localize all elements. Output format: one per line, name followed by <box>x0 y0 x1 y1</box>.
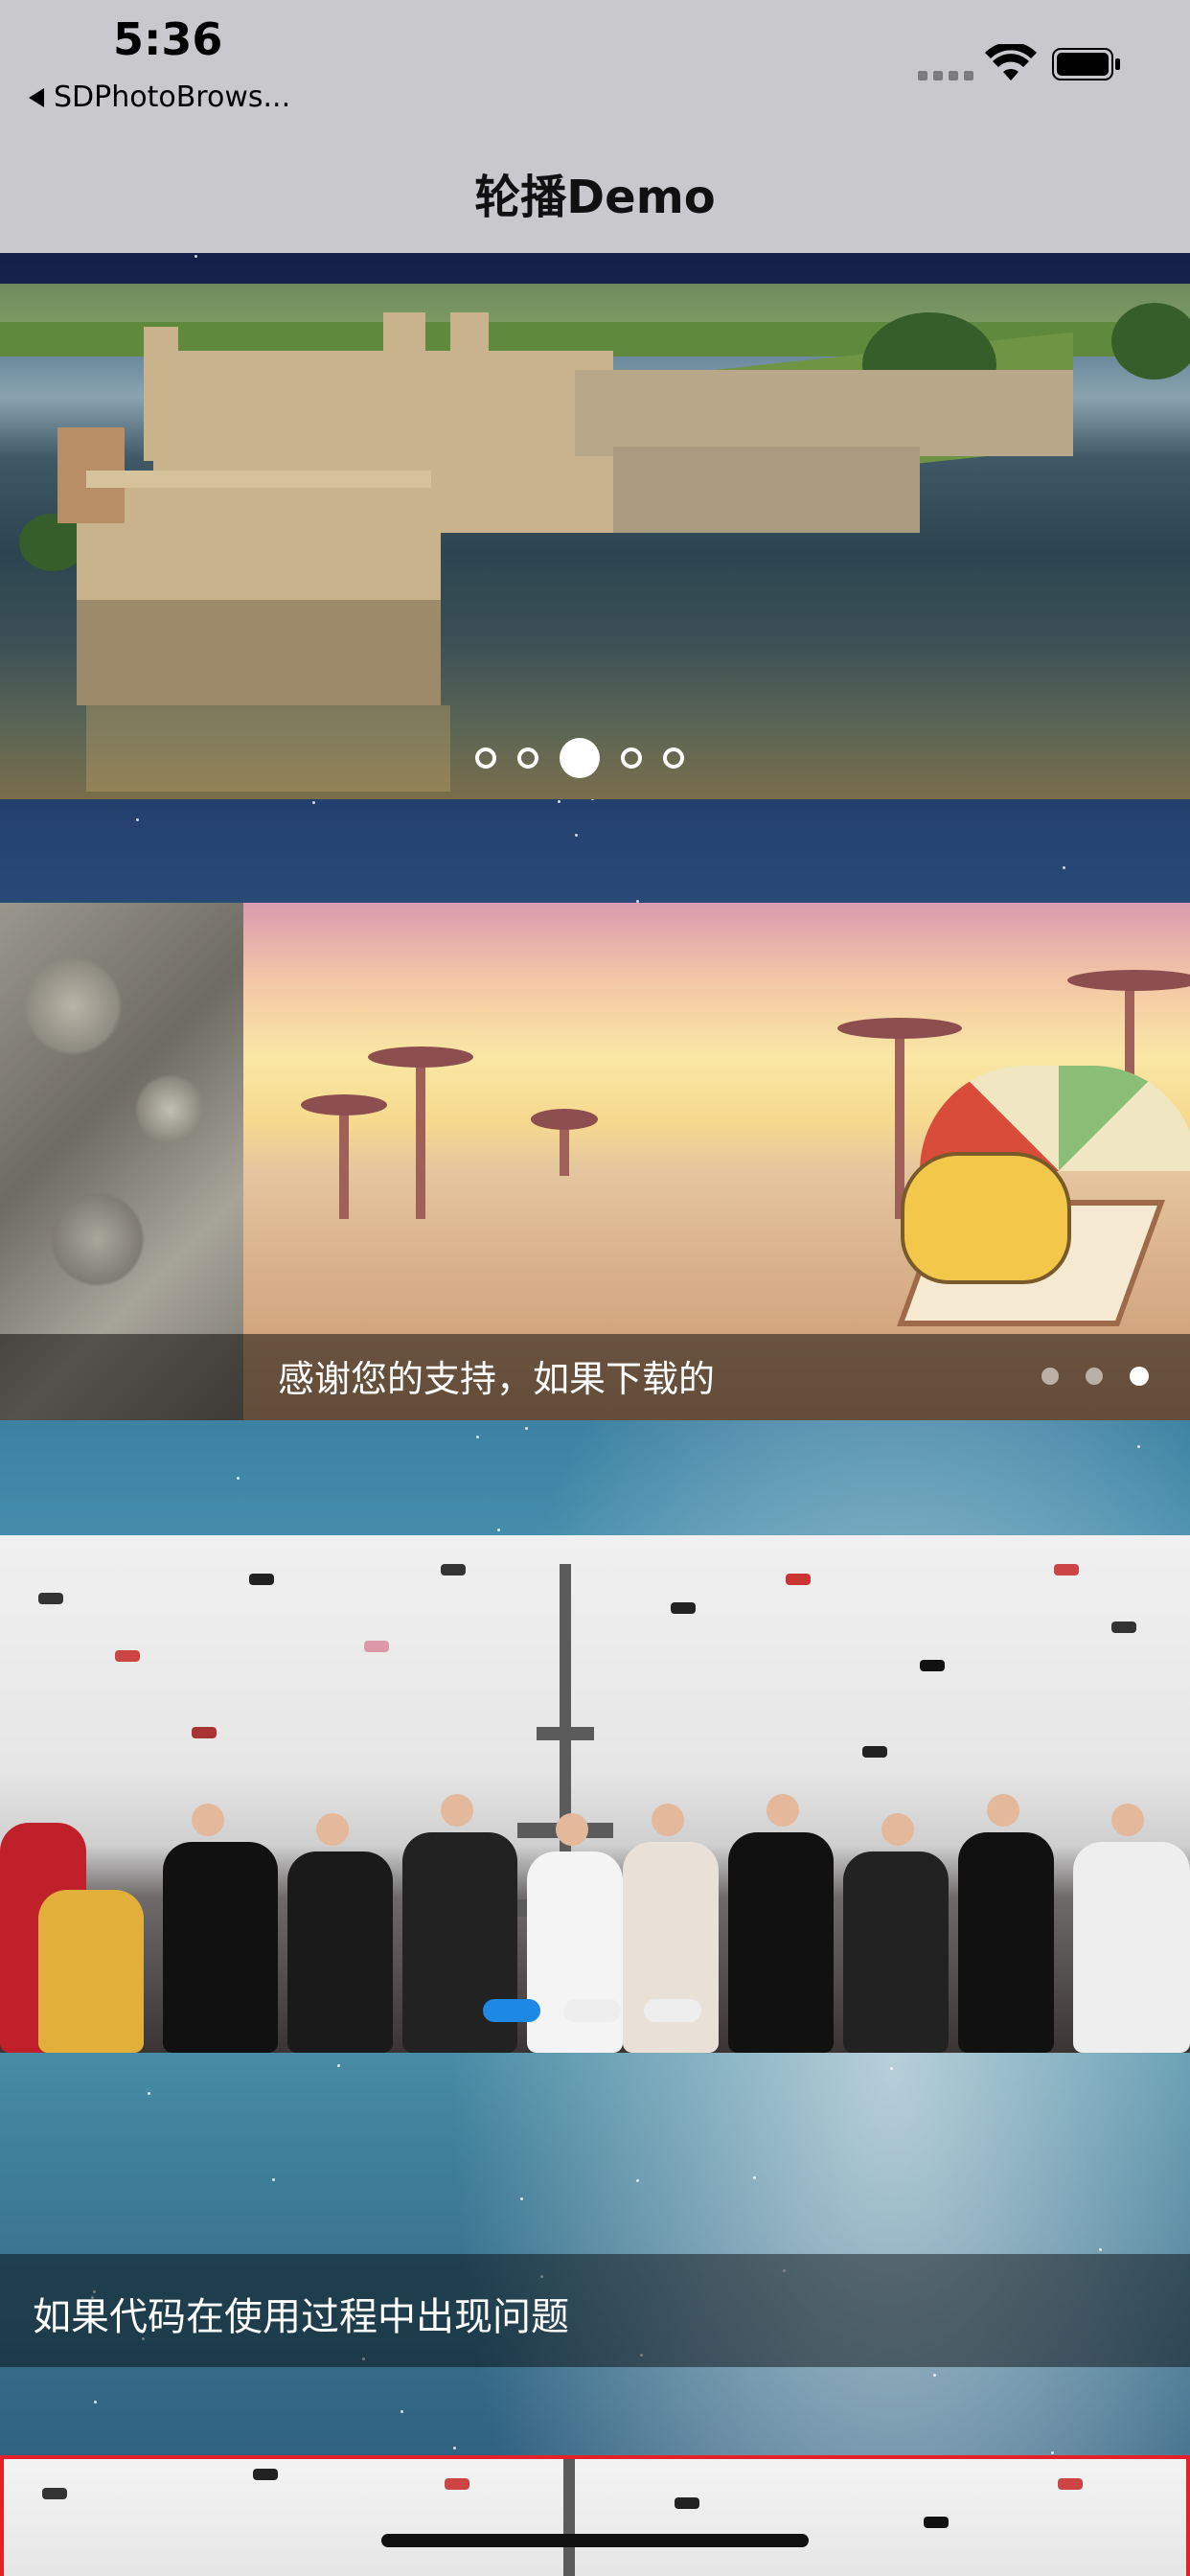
banner4-caption: 如果代码在使用过程中出现问题 <box>33 2295 569 2339</box>
star-decoration <box>272 2178 275 2181</box>
star-decoration <box>520 2197 523 2200</box>
page-dot[interactable] <box>1086 1368 1103 1385</box>
star-decoration <box>1051 2451 1054 2454</box>
star-decoration <box>476 1436 479 1438</box>
top-bar: 5:36 SDPhotoBrows... 轮播Demo <box>0 0 1190 253</box>
star-decoration <box>312 801 315 804</box>
page-control-banner2[interactable] <box>1041 1367 1149 1386</box>
cellular-signal-icon <box>918 71 973 80</box>
star-decoration <box>1137 1445 1140 1448</box>
wifi-icon <box>985 44 1037 80</box>
page-dot[interactable] <box>621 748 642 769</box>
back-app-label: SDPhotoBrows... <box>54 80 291 114</box>
page-control-banner3[interactable] <box>483 1999 701 2022</box>
star-decoration <box>933 2374 936 2377</box>
star-decoration <box>753 2176 756 2179</box>
star-decoration <box>497 1529 500 1531</box>
carousel-banner-crowd-bordered[interactable] <box>0 2455 1190 2576</box>
page-dot[interactable] <box>644 1999 701 2022</box>
page-dot[interactable] <box>1041 1368 1059 1385</box>
back-to-app-button[interactable]: SDPhotoBrows... <box>29 80 290 114</box>
star-decoration <box>890 2067 893 2070</box>
page-dot[interactable] <box>563 1999 621 2022</box>
star-decoration <box>1099 2248 1102 2251</box>
battery-icon <box>1052 48 1120 80</box>
star-decoration <box>148 2092 150 2095</box>
star-decoration <box>636 2179 639 2182</box>
star-decoration <box>237 1477 240 1480</box>
star-decoration <box>558 800 561 803</box>
star-decoration <box>453 2447 456 2450</box>
page-dot-active[interactable] <box>560 738 600 778</box>
star-decoration <box>337 2064 340 2067</box>
star-decoration <box>94 2401 97 2404</box>
star-decoration <box>195 255 197 258</box>
rabbit-character-graphic <box>901 1152 1071 1284</box>
page-dot[interactable] <box>475 748 496 769</box>
page-dot-active[interactable] <box>1130 1367 1149 1386</box>
page-dot[interactable] <box>663 748 684 769</box>
status-time: 5:36 <box>113 13 223 65</box>
star-decoration <box>1063 866 1065 869</box>
star-decoration <box>400 2410 403 2413</box>
banner2-caption: 感谢您的支持，如果下载的 <box>278 1358 716 1400</box>
star-decoration <box>136 818 139 821</box>
page-control-banner1[interactable] <box>475 738 684 778</box>
page-dot-active[interactable] <box>483 1999 540 2022</box>
star-decoration <box>575 834 578 837</box>
back-arrow-icon <box>29 87 44 107</box>
star-decoration <box>525 1427 528 1430</box>
home-indicator[interactable] <box>381 2534 809 2547</box>
page-dot[interactable] <box>517 748 538 769</box>
page-title: 轮播Demo <box>474 171 716 224</box>
carousel-banner-castle[interactable] <box>0 284 1190 799</box>
carousel-banner-crowd[interactable] <box>0 1535 1190 2053</box>
